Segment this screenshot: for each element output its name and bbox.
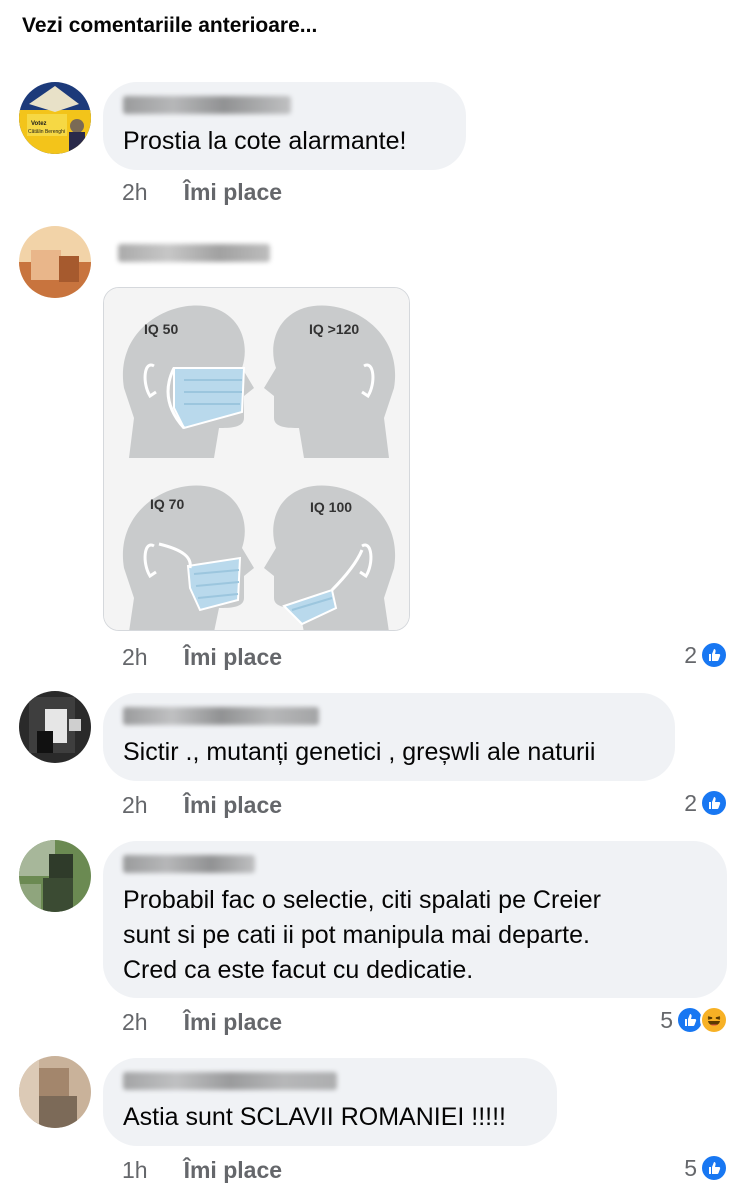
reaction-count: 5: [684, 1154, 697, 1181]
comment-bubble: Sictir ., mutanți genetici , greșwli ale…: [103, 693, 675, 781]
comment-text: Prostia la cote alarmante!: [123, 127, 407, 155]
author-name[interactable]: [123, 96, 291, 114]
comment-time[interactable]: 1h: [122, 1157, 148, 1184]
avatar[interactable]: [19, 691, 91, 763]
comment-time[interactable]: 2h: [122, 1009, 148, 1036]
comment-image[interactable]: IQ 50 IQ >120 IQ 70 IQ 100: [103, 287, 410, 631]
author-name[interactable]: [118, 244, 270, 262]
comment-meta: 1h Îmi place: [122, 1157, 282, 1184]
like-button[interactable]: Îmi place: [184, 1009, 282, 1036]
comment-time[interactable]: 2h: [122, 179, 148, 206]
author-name[interactable]: [123, 855, 255, 873]
like-button[interactable]: Îmi place: [184, 644, 282, 671]
haha-reaction-icon: [700, 1006, 728, 1034]
iq-label: IQ 50: [144, 321, 178, 337]
comment-text-line: sunt si pe cati ii pot manipula mai depa…: [123, 921, 590, 949]
comment-meta: 2h Îmi place: [122, 1009, 282, 1036]
like-button[interactable]: Îmi place: [184, 792, 282, 819]
comment-meta: 2h Îmi place: [122, 644, 282, 671]
comment-time[interactable]: 2h: [122, 792, 148, 819]
comment-time[interactable]: 2h: [122, 644, 148, 671]
reaction-summary[interactable]: 5: [660, 1006, 728, 1034]
comment-text-line: Probabil fac o selectie, citi spalati pe…: [123, 886, 602, 914]
reaction-summary[interactable]: 5: [684, 1154, 728, 1182]
avatar[interactable]: [19, 1056, 91, 1128]
comment-text: Sictir ., mutanți genetici , greșwli ale…: [123, 738, 596, 766]
like-reaction-icon: [700, 641, 728, 669]
like-button[interactable]: Îmi place: [184, 1157, 282, 1184]
reaction-summary[interactable]: 2: [684, 789, 728, 817]
avatar-badge-text: Cătălin Berenghi: [28, 129, 65, 135]
comment-meta: 2h Îmi place: [122, 179, 282, 206]
reaction-summary[interactable]: 2: [684, 641, 728, 669]
comment-text-line: Cred ca este facut cu dedicatie.: [123, 956, 474, 984]
comment-bubble: Astia sunt SCLAVII ROMANIEI !!!!!: [103, 1058, 557, 1146]
avatar[interactable]: [19, 226, 91, 298]
comment-meta: 2h Îmi place: [122, 792, 282, 819]
author-name[interactable]: [123, 1072, 337, 1090]
like-reaction-icon: [700, 789, 728, 817]
iq-label: IQ 70: [150, 496, 184, 512]
like-button[interactable]: Îmi place: [184, 179, 282, 206]
comment-bubble: Prostia la cote alarmante!: [103, 82, 466, 170]
see-previous-comments-link[interactable]: Vezi comentariile anterioare...: [22, 14, 317, 38]
avatar[interactable]: [19, 840, 91, 912]
comment-bubble: Probabil fac o selectie, citi spalati pe…: [103, 841, 727, 998]
iq-label: IQ 100: [310, 499, 352, 515]
reaction-count: 5: [660, 1006, 673, 1033]
avatar[interactable]: Votez Cătălin Berenghi: [19, 82, 91, 154]
iq-label: IQ >120: [309, 321, 359, 337]
comment-text: Astia sunt SCLAVII ROMANIEI !!!!!: [123, 1103, 506, 1131]
author-name[interactable]: [123, 707, 319, 725]
reaction-count: 2: [684, 789, 697, 816]
reaction-count: 2: [684, 641, 697, 668]
avatar-badge-text: Votez: [31, 121, 47, 127]
like-reaction-icon: [700, 1154, 728, 1182]
